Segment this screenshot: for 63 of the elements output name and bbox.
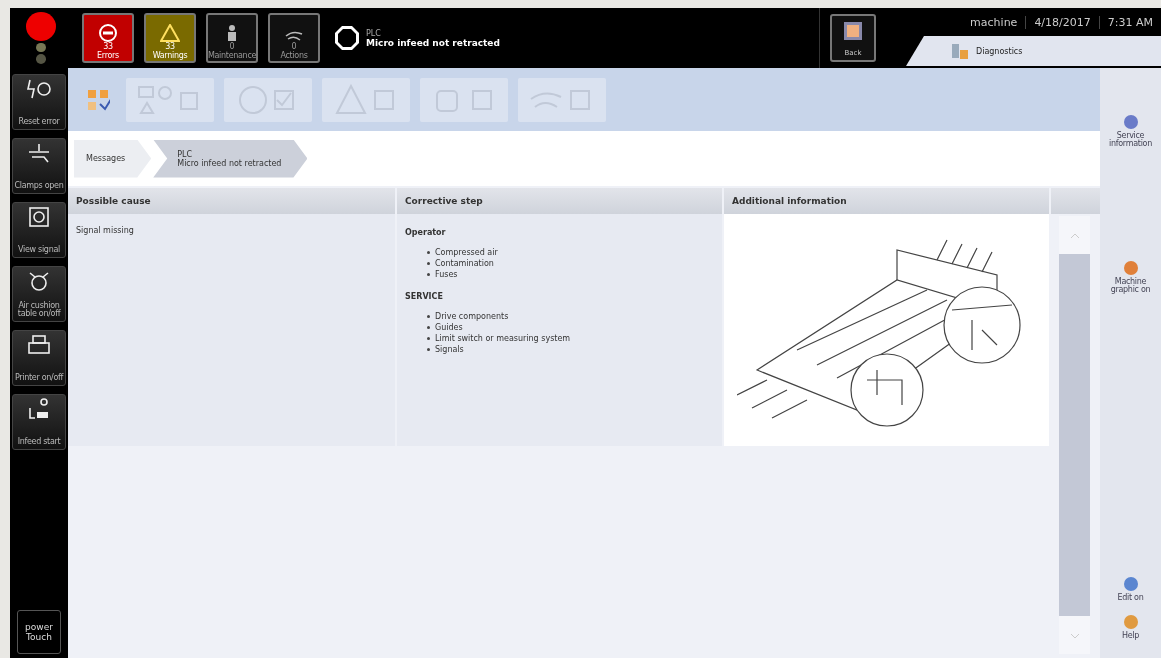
filter-button[interactable] (224, 77, 312, 122)
step-item: Drive components (427, 311, 714, 322)
bullet-icon (427, 262, 430, 265)
clamp-icon (26, 142, 52, 164)
bullet-icon (427, 273, 430, 276)
bullet-icon (427, 337, 430, 340)
step-item: Fuses (427, 269, 714, 280)
printer-icon (27, 334, 51, 356)
infeed-icon (27, 398, 51, 420)
step-heading: SERVICE (405, 292, 444, 301)
step-heading: Operator (405, 228, 447, 237)
step-item: Signals (427, 344, 714, 355)
column-header: Possible cause (68, 188, 395, 214)
message-source: PLC (366, 28, 382, 38)
sidebar-button[interactable]: Infeed start (12, 394, 66, 450)
warning-icon (160, 24, 180, 42)
no-entry-icon (99, 24, 117, 42)
scroll-down-button[interactable] (1059, 616, 1090, 654)
signal-icon (28, 206, 50, 228)
step-item: Guides (427, 322, 714, 333)
filter-button[interactable] (420, 77, 508, 122)
window-icon (843, 21, 863, 41)
step-item: Limit switch or measuring system (427, 333, 714, 344)
scrollbar[interactable] (1059, 216, 1090, 654)
header-info: 4/18/2017 (1025, 15, 1099, 29)
sidebar-button[interactable]: Reset error (12, 74, 66, 130)
scroll-up-button[interactable] (1059, 216, 1090, 254)
table-cell: Signal missing (76, 226, 134, 235)
status-button[interactable]: 33 Errors (82, 13, 134, 63)
round-icon (1122, 576, 1139, 592)
bullet-icon (427, 326, 430, 329)
signal-tower-icon (24, 12, 58, 64)
diagnostics-tab[interactable]: Diagnostics (906, 36, 1161, 66)
reset-icon (26, 78, 52, 100)
round-icon (1122, 614, 1139, 630)
status-button[interactable]: 0 Actions (268, 13, 320, 63)
breadcrumb-item[interactable]: PLC Micro infeed not retracted (153, 139, 308, 178)
column-header: Corrective step (397, 188, 722, 214)
header-info: machine (969, 15, 1019, 29)
header-background (1051, 188, 1100, 214)
bullet-icon (427, 348, 430, 351)
column-header: Additional information (724, 188, 1049, 214)
fan-icon (27, 270, 51, 292)
sidebar-button[interactable]: View signal (12, 202, 66, 258)
filter-button[interactable] (322, 77, 410, 122)
bullet-icon (427, 315, 430, 318)
breadcrumb-item[interactable]: Messages (74, 139, 152, 178)
step-item: Contamination (427, 258, 714, 269)
round-icon (1122, 114, 1139, 130)
status-button[interactable]: 0 Maintenance (206, 13, 258, 63)
round-icon (1122, 260, 1139, 276)
power-touch-logo: power Touch (17, 610, 61, 654)
filter-button[interactable] (518, 77, 606, 122)
bullet-icon (427, 251, 430, 254)
sidebar-button[interactable]: Printer on/off (12, 330, 66, 386)
sidebar-button[interactable]: Clamps open (12, 138, 66, 194)
step-item: Compressed air (427, 247, 714, 258)
diagnostics-icon (950, 41, 970, 61)
message-text: Micro infeed not retracted (366, 37, 500, 48)
sidebar-button[interactable]: Air cushion table on/off (12, 266, 66, 322)
status-button[interactable]: 33 Warnings (144, 13, 196, 63)
header-info: 7:31 AM (1098, 15, 1161, 29)
filter-button[interactable] (126, 77, 214, 122)
